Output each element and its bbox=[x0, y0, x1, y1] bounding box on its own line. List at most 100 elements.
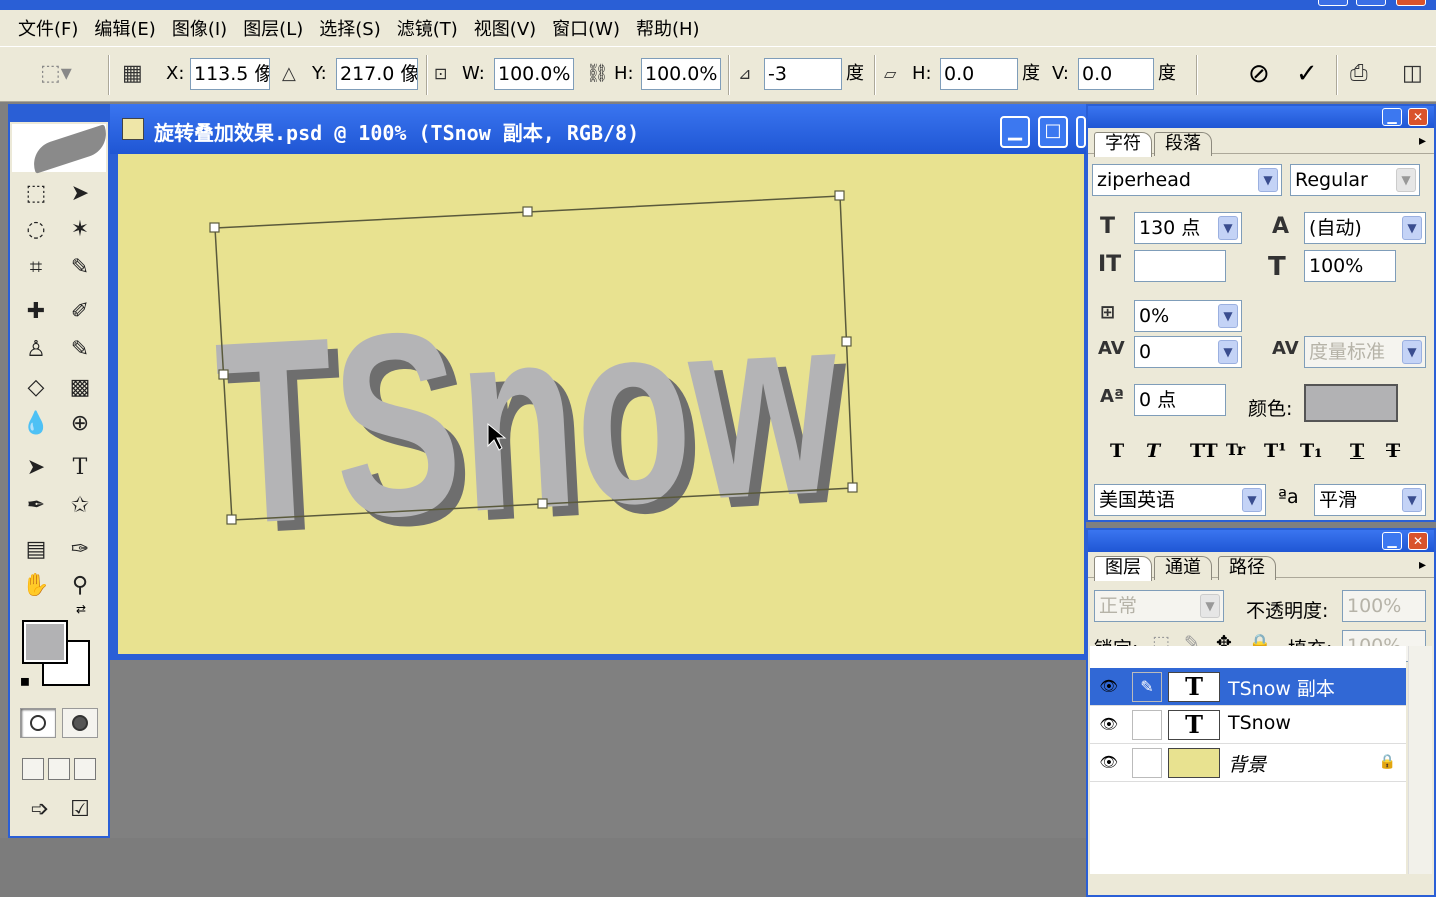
shape-tool-icon[interactable]: ✩ bbox=[62, 490, 98, 522]
tracking-pct-select[interactable]: 0% ▼ bbox=[1134, 300, 1242, 332]
cancel-transform-icon[interactable]: ⊘ bbox=[1248, 57, 1270, 91]
gradient-tool-icon[interactable]: ▩ bbox=[62, 372, 98, 404]
menu-select[interactable]: 选择(S) bbox=[311, 15, 388, 41]
font-style-select[interactable]: Regular ▼ bbox=[1290, 164, 1420, 196]
font-size-select[interactable]: 130 点 ▼ bbox=[1134, 212, 1242, 244]
foreground-color-swatch[interactable] bbox=[22, 620, 68, 664]
palette-dock-icon[interactable]: ◫ bbox=[1402, 57, 1423, 91]
text-color-swatch[interactable] bbox=[1304, 384, 1398, 422]
y-position-field[interactable]: 217.0 像 bbox=[336, 58, 418, 90]
reference-point-icon[interactable]: ▦ bbox=[122, 57, 143, 91]
baseline-shift-field[interactable]: 0 点 bbox=[1134, 384, 1226, 416]
panel-minimize-button[interactable]: ▁ bbox=[1382, 108, 1402, 126]
app-minimize-button[interactable] bbox=[1318, 0, 1348, 6]
canvas[interactable]: TSnow TSnow bbox=[118, 154, 1084, 654]
magic-wand-icon[interactable]: ✶ bbox=[62, 214, 98, 246]
doc-minimize-button[interactable]: ▁ bbox=[1000, 116, 1030, 148]
menu-image[interactable]: 图像(I) bbox=[164, 15, 235, 41]
transform-handle[interactable] bbox=[847, 482, 858, 493]
vertical-scale-field[interactable] bbox=[1134, 250, 1226, 282]
layer-link-cell[interactable] bbox=[1132, 748, 1162, 778]
transform-handle[interactable] bbox=[209, 222, 220, 233]
layer-name[interactable]: TSnow bbox=[1228, 712, 1291, 734]
menu-layer[interactable]: 图层(L) bbox=[235, 15, 311, 41]
language-select[interactable]: 美国英语 ▼ bbox=[1094, 484, 1266, 516]
tab-paragraph[interactable]: 段落 bbox=[1154, 132, 1212, 156]
panel-close-button[interactable]: ✕ bbox=[1408, 108, 1428, 126]
underline-button[interactable]: T bbox=[1350, 440, 1364, 462]
hand-tool-icon[interactable]: ✋ bbox=[18, 570, 54, 602]
dodge-tool-icon[interactable]: ⊕ bbox=[62, 408, 98, 440]
blur-tool-icon[interactable]: 💧 bbox=[18, 408, 54, 440]
font-family-select[interactable]: ziperhead ▼ bbox=[1092, 164, 1282, 196]
screen-mode-menubar-button[interactable] bbox=[48, 758, 70, 780]
menu-window[interactable]: 窗口(W) bbox=[544, 15, 628, 41]
lasso-tool-icon[interactable]: ◌ bbox=[18, 214, 54, 246]
height-scale-field[interactable]: 100.0% bbox=[641, 58, 721, 90]
width-scale-field[interactable]: 100.0% bbox=[494, 58, 574, 90]
clone-stamp-icon[interactable]: ♙ bbox=[18, 334, 54, 366]
layer-row[interactable]: 👁 ✎ T TSnow 副本 bbox=[1090, 668, 1406, 706]
transform-handle[interactable] bbox=[841, 336, 852, 347]
leading-select[interactable]: (自动) ▼ bbox=[1304, 212, 1426, 244]
transform-handle[interactable] bbox=[537, 498, 548, 509]
subscript-button[interactable]: T₁ bbox=[1300, 440, 1322, 462]
skew-h-field[interactable]: 0.0 bbox=[940, 58, 1018, 90]
faux-bold-button[interactable]: T bbox=[1110, 440, 1124, 462]
screen-mode-standard-button[interactable] bbox=[22, 758, 44, 780]
layer-row[interactable]: 👁 T TSnow bbox=[1090, 706, 1406, 744]
slice-tool-icon[interactable]: ✎ bbox=[62, 252, 98, 284]
eyedropper-icon[interactable]: ✑ bbox=[62, 534, 98, 566]
commit-transform-icon[interactable]: ✓ bbox=[1296, 57, 1318, 91]
layers-panel-minimize-button[interactable]: ▁ bbox=[1382, 532, 1402, 550]
doc-close-button[interactable] bbox=[1076, 116, 1086, 148]
transform-handle[interactable] bbox=[218, 369, 229, 380]
transform-handle[interactable] bbox=[522, 206, 533, 217]
horizontal-scale-field[interactable]: 100% bbox=[1304, 250, 1396, 282]
notes-tool-icon[interactable]: ▤ bbox=[18, 534, 54, 566]
blend-mode-select[interactable]: 正常 ▼ bbox=[1094, 590, 1224, 622]
menu-filter[interactable]: 滤镜(T) bbox=[389, 15, 466, 41]
transform-handle[interactable] bbox=[226, 514, 237, 525]
move-tool-icon[interactable]: ➤ bbox=[62, 178, 98, 210]
zoom-tool-icon[interactable]: ⚲ bbox=[62, 570, 98, 602]
jump-to-imageready-icon[interactable]: ➩ bbox=[22, 794, 58, 826]
transform-handle[interactable] bbox=[834, 190, 845, 201]
screen-mode-full-button[interactable] bbox=[74, 758, 96, 780]
swap-colors-icon[interactable]: ⇄ bbox=[76, 602, 86, 616]
brush-tool-icon[interactable]: ✐ bbox=[62, 296, 98, 328]
edit-in-imageready-icon[interactable]: ☑ bbox=[62, 794, 98, 826]
standard-mode-button[interactable] bbox=[20, 708, 56, 738]
crop-tool-icon[interactable]: ⌗ bbox=[18, 252, 54, 284]
layer-row[interactable]: 👁 背景 🔒 bbox=[1090, 744, 1406, 782]
panel-menu-icon[interactable]: ▸ bbox=[1419, 133, 1426, 149]
quickmask-mode-button[interactable] bbox=[62, 708, 98, 738]
menu-file[interactable]: 文件(F) bbox=[10, 15, 86, 41]
strikethrough-button[interactable]: T bbox=[1386, 440, 1400, 462]
tab-layers[interactable]: 图层 bbox=[1094, 556, 1152, 581]
rotation-field[interactable]: -3 bbox=[764, 58, 842, 90]
marquee-tool-icon[interactable]: ⬚ bbox=[18, 178, 54, 210]
menu-edit[interactable]: 编辑(E) bbox=[86, 15, 163, 41]
pen-tool-icon[interactable]: ✒ bbox=[18, 490, 54, 522]
palette-well-icon[interactable]: ⎙ bbox=[1350, 57, 1368, 91]
layers-panel-close-button[interactable]: ✕ bbox=[1408, 532, 1428, 550]
app-close-button[interactable] bbox=[1396, 0, 1426, 6]
skew-v-field[interactable]: 0.0 bbox=[1078, 58, 1154, 90]
link-icon[interactable]: ⛓ bbox=[586, 57, 609, 91]
type-tool-icon[interactable]: T bbox=[62, 452, 98, 484]
healing-brush-icon[interactable]: ✚ bbox=[18, 296, 54, 328]
path-selection-icon[interactable]: ➤ bbox=[18, 452, 54, 484]
tab-channels[interactable]: 通道 bbox=[1154, 556, 1212, 580]
faux-italic-button[interactable]: T bbox=[1146, 440, 1160, 462]
history-brush-icon[interactable]: ✎ bbox=[62, 334, 98, 366]
default-colors-icon[interactable]: ◼ bbox=[20, 674, 30, 688]
layer-link-cell[interactable] bbox=[1132, 710, 1162, 740]
superscript-button[interactable]: T¹ bbox=[1264, 440, 1286, 462]
layer-name[interactable]: 背景 bbox=[1228, 750, 1266, 777]
relative-position-icon[interactable]: △ bbox=[282, 57, 296, 91]
layers-scrollbar[interactable] bbox=[1408, 646, 1432, 874]
tab-paths[interactable]: 路径 bbox=[1218, 556, 1276, 580]
transform-tool-icon[interactable]: ⬚▾ bbox=[40, 57, 72, 91]
opacity-field[interactable]: 100% bbox=[1342, 590, 1426, 622]
